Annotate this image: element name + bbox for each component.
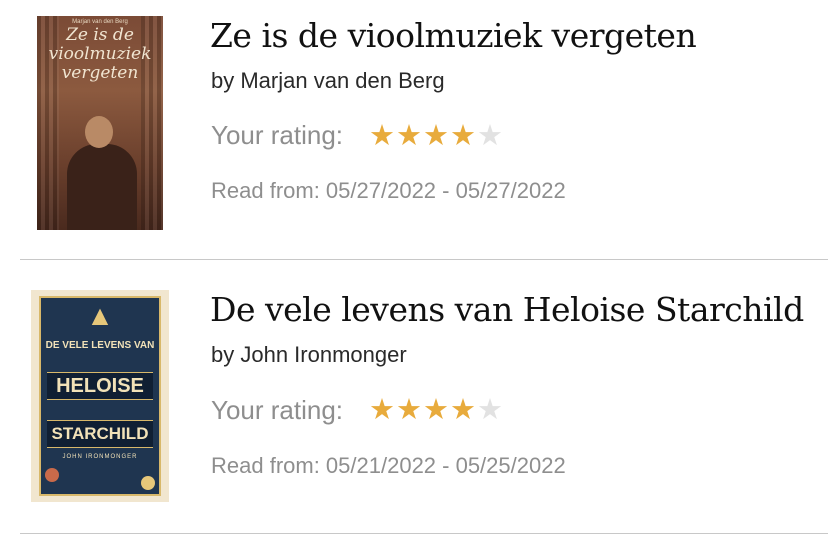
cover-flower-ornament — [45, 468, 59, 482]
rating-label: Your rating: — [211, 120, 344, 150]
cover-figure-head — [85, 116, 113, 148]
rating-label: Your rating: — [211, 395, 344, 425]
star-empty-icon[interactable]: ★ — [477, 395, 503, 425]
cover-figure-illustration — [67, 144, 137, 230]
star-filled-icon[interactable]: ★ — [396, 121, 422, 151]
row-divider — [20, 533, 828, 534]
cover-panel: ▲ DE VELE LEVENS VAN HELOISE STARCHILD J… — [39, 296, 161, 496]
cover-flower-ornament — [141, 476, 155, 490]
book-row[interactable]: Marjan van den Berg Ze is de vioolmuziek… — [0, 0, 828, 260]
star-filled-icon[interactable]: ★ — [450, 395, 476, 425]
cover-title-line2: STARCHILD — [47, 420, 153, 448]
star-rating[interactable]: ★ ★ ★ ★ ★ — [369, 395, 503, 425]
star-filled-icon[interactable]: ★ — [423, 121, 449, 151]
book-author[interactable]: by John Ironmonger — [211, 342, 407, 368]
row-divider — [20, 259, 828, 260]
book-title[interactable]: De vele levens van Heloise Starchild — [210, 290, 804, 329]
book-cover[interactable]: ▲ DE VELE LEVENS VAN HELOISE STARCHILD J… — [31, 290, 169, 502]
book-row[interactable]: ▲ DE VELE LEVENS VAN HELOISE STARCHILD J… — [0, 274, 828, 534]
cover-title-line1: HELOISE — [47, 372, 153, 400]
star-filled-icon[interactable]: ★ — [423, 395, 449, 425]
cover-author-text: JOHN IRONMONGER — [62, 454, 138, 460]
book-title[interactable]: Ze is de vioolmuziek vergeten — [210, 16, 697, 55]
cover-small-title: DE VELE LEVENS VAN — [45, 340, 155, 351]
book-cover[interactable]: Marjan van den Berg Ze is de vioolmuziek… — [37, 16, 163, 230]
read-dates: Read from: 05/27/2022 - 05/27/2022 — [211, 178, 566, 203]
star-filled-icon[interactable]: ★ — [369, 121, 395, 151]
star-filled-icon[interactable]: ★ — [450, 121, 476, 151]
star-empty-icon[interactable]: ★ — [477, 121, 503, 151]
star-filled-icon[interactable]: ★ — [396, 395, 422, 425]
cover-title-text: Ze is de vioolmuziek vergeten — [48, 25, 152, 83]
star-rating[interactable]: ★ ★ ★ ★ ★ — [369, 121, 503, 151]
star-filled-icon[interactable]: ★ — [369, 395, 395, 425]
book-author[interactable]: by Marjan van den Berg — [211, 68, 445, 94]
cover-triangle-ornament: ▲ — [86, 300, 114, 331]
read-dates: Read from: 05/21/2022 - 05/25/2022 — [211, 453, 566, 478]
